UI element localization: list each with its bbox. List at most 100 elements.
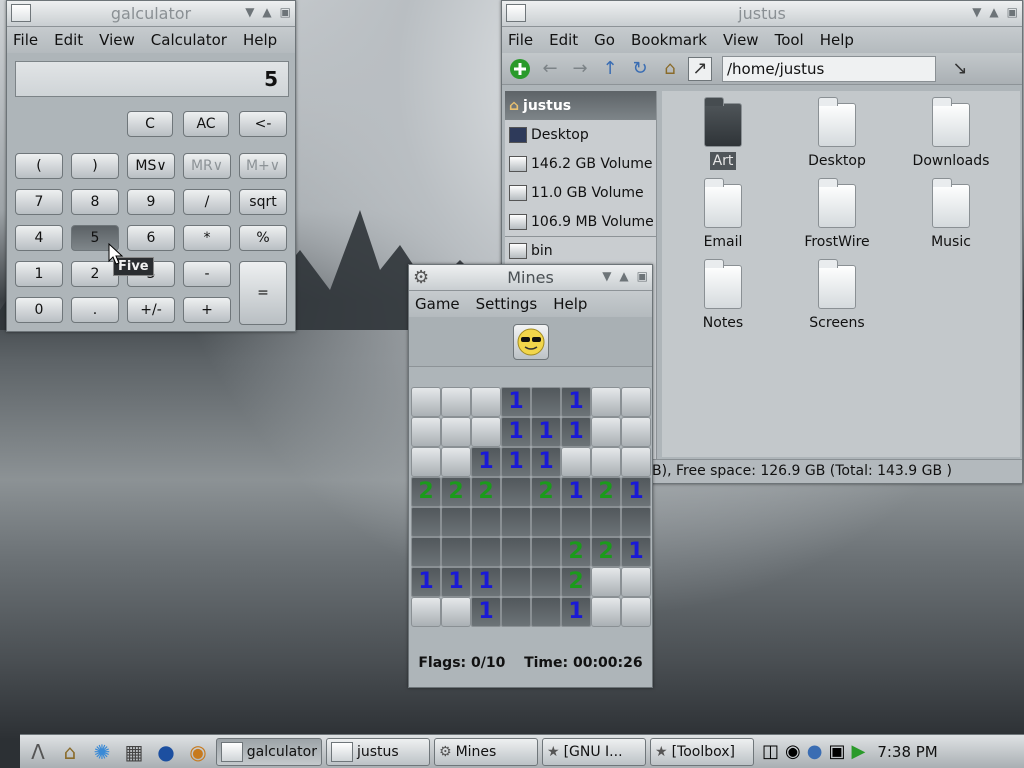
menu-edit[interactable]: Edit [54,31,83,49]
menu-view[interactable]: View [723,31,759,49]
folder-item-notes[interactable]: Notes [668,259,778,331]
mine-cell[interactable]: 2 [441,477,471,507]
eight-button[interactable]: 8 [71,189,119,215]
mine-cell[interactable]: 2 [561,537,591,567]
mine-cell[interactable] [621,387,651,417]
new-tab-icon[interactable] [508,57,532,81]
mine-cell[interactable] [411,537,441,567]
new-game-button[interactable] [512,323,549,360]
sqrt-button[interactable]: sqrt [239,189,287,215]
mine-cell[interactable] [441,537,471,567]
zero-button[interactable]: 0 [15,297,63,323]
open-paren-button[interactable]: ( [15,153,63,179]
mine-cell[interactable]: 1 [501,387,531,417]
one-button[interactable]: 1 [15,261,63,287]
minimize-icon[interactable]: ▼ [972,5,981,19]
mine-cell[interactable] [561,447,591,477]
mine-cell[interactable] [621,417,651,447]
memory-recall-button[interactable]: MR∨ [183,153,231,179]
mine-cell[interactable] [621,597,651,627]
shade-icon[interactable]: ▲ [262,5,271,19]
volume-icon[interactable]: ◉ [785,741,801,762]
calculator-titlebar[interactable]: galculator ▼ ▲ ▣ [7,1,295,27]
mine-cell[interactable]: 1 [501,417,531,447]
browser-icon[interactable]: ● [152,738,180,766]
folder-item-screens[interactable]: Screens [782,259,892,331]
mine-cell[interactable] [531,387,561,417]
six-button[interactable]: 6 [127,225,175,251]
shade-icon[interactable]: ▲ [989,5,998,19]
mine-cell[interactable] [411,387,441,417]
percent-button[interactable]: % [239,225,287,251]
sidebar-item-home[interactable]: ⌂ justus [505,91,656,120]
decimal-button[interactable]: . [71,297,119,323]
sidebar-item-volume-146[interactable]: 146.2 GB Volume [505,149,656,178]
divide-button[interactable]: / [183,189,231,215]
menu-file[interactable]: File [508,31,533,49]
mine-cell[interactable] [471,387,501,417]
maximize-icon[interactable]: ▣ [637,269,648,283]
mine-cell[interactable]: 2 [471,477,501,507]
mine-cell[interactable] [621,567,651,597]
go-icon[interactable]: ↘ [948,57,972,81]
folder-item-desktop[interactable]: Desktop [782,97,892,169]
mine-cell[interactable] [471,507,501,537]
memory-add-button[interactable]: M+∨ [239,153,287,179]
mine-cell[interactable]: 1 [561,597,591,627]
task-gimp[interactable]: ★ [GNU I... [542,737,646,766]
mine-cell[interactable]: 1 [501,447,531,477]
clear-button[interactable]: C [127,111,173,137]
display-icon[interactable]: ▣ [828,741,845,762]
backspace-button[interactable]: <- [239,111,287,137]
reload-icon[interactable]: ↻ [628,57,652,81]
equals-button[interactable]: = [239,261,287,325]
network-status-icon[interactable]: ◫ [762,741,779,762]
mine-cell[interactable] [471,417,501,447]
mine-cell[interactable] [501,597,531,627]
sidebar-item-bin[interactable]: bin [505,236,656,265]
calculator-icon[interactable]: ▦ [120,738,148,766]
menu-calculator[interactable]: Calculator [151,31,227,49]
mine-cell[interactable]: 1 [471,597,501,627]
mine-cell[interactable] [411,447,441,477]
folder-item-email[interactable]: Email [668,178,778,250]
all-clear-button[interactable]: AC [183,111,229,137]
four-button[interactable]: 4 [15,225,63,251]
sign-button[interactable]: +/- [127,297,175,323]
mine-cell[interactable] [501,507,531,537]
menu-view[interactable]: View [99,31,135,49]
mine-cell[interactable]: 1 [441,567,471,597]
start-menu-icon[interactable]: Λ [24,738,52,766]
folder-item-music[interactable]: Music [896,178,1006,250]
mine-cell[interactable] [561,507,591,537]
menu-help[interactable]: Help [820,31,854,49]
folder-item-frostwire[interactable]: FrostWire [782,178,892,250]
mine-cell[interactable] [471,537,501,567]
folder-item-downloads[interactable]: Downloads [896,97,1006,169]
task-mines[interactable]: ⚙ Mines [434,737,538,766]
file-manager-titlebar[interactable]: justus ▼ ▲ ▣ [502,1,1022,27]
mine-cell[interactable] [501,477,531,507]
mine-cell[interactable]: 2 [591,477,621,507]
mine-cell[interactable]: 1 [561,477,591,507]
mine-cell[interactable]: 2 [561,567,591,597]
close-paren-button[interactable]: ) [71,153,119,179]
mine-cell[interactable] [441,507,471,537]
maximize-icon[interactable]: ▣ [280,5,291,19]
up-icon[interactable]: ↑ [598,57,622,81]
mine-cell[interactable]: 2 [531,477,561,507]
sidebar-item-volume-11[interactable]: 11.0 GB Volume [505,178,656,207]
mine-cell[interactable] [411,417,441,447]
mine-cell[interactable] [441,417,471,447]
mine-cell[interactable]: 1 [621,537,651,567]
mine-cell[interactable] [591,507,621,537]
mine-cell[interactable]: 1 [561,417,591,447]
mine-cell[interactable] [621,507,651,537]
sidebar-item-volume-106[interactable]: 106.9 MB Volume [505,207,656,236]
mine-cell[interactable] [591,417,621,447]
mine-cell[interactable]: 1 [471,567,501,597]
menu-game[interactable]: Game [415,295,460,313]
mine-cell[interactable] [591,447,621,477]
minimize-icon[interactable]: ▼ [245,5,254,19]
mine-cell[interactable] [501,567,531,597]
